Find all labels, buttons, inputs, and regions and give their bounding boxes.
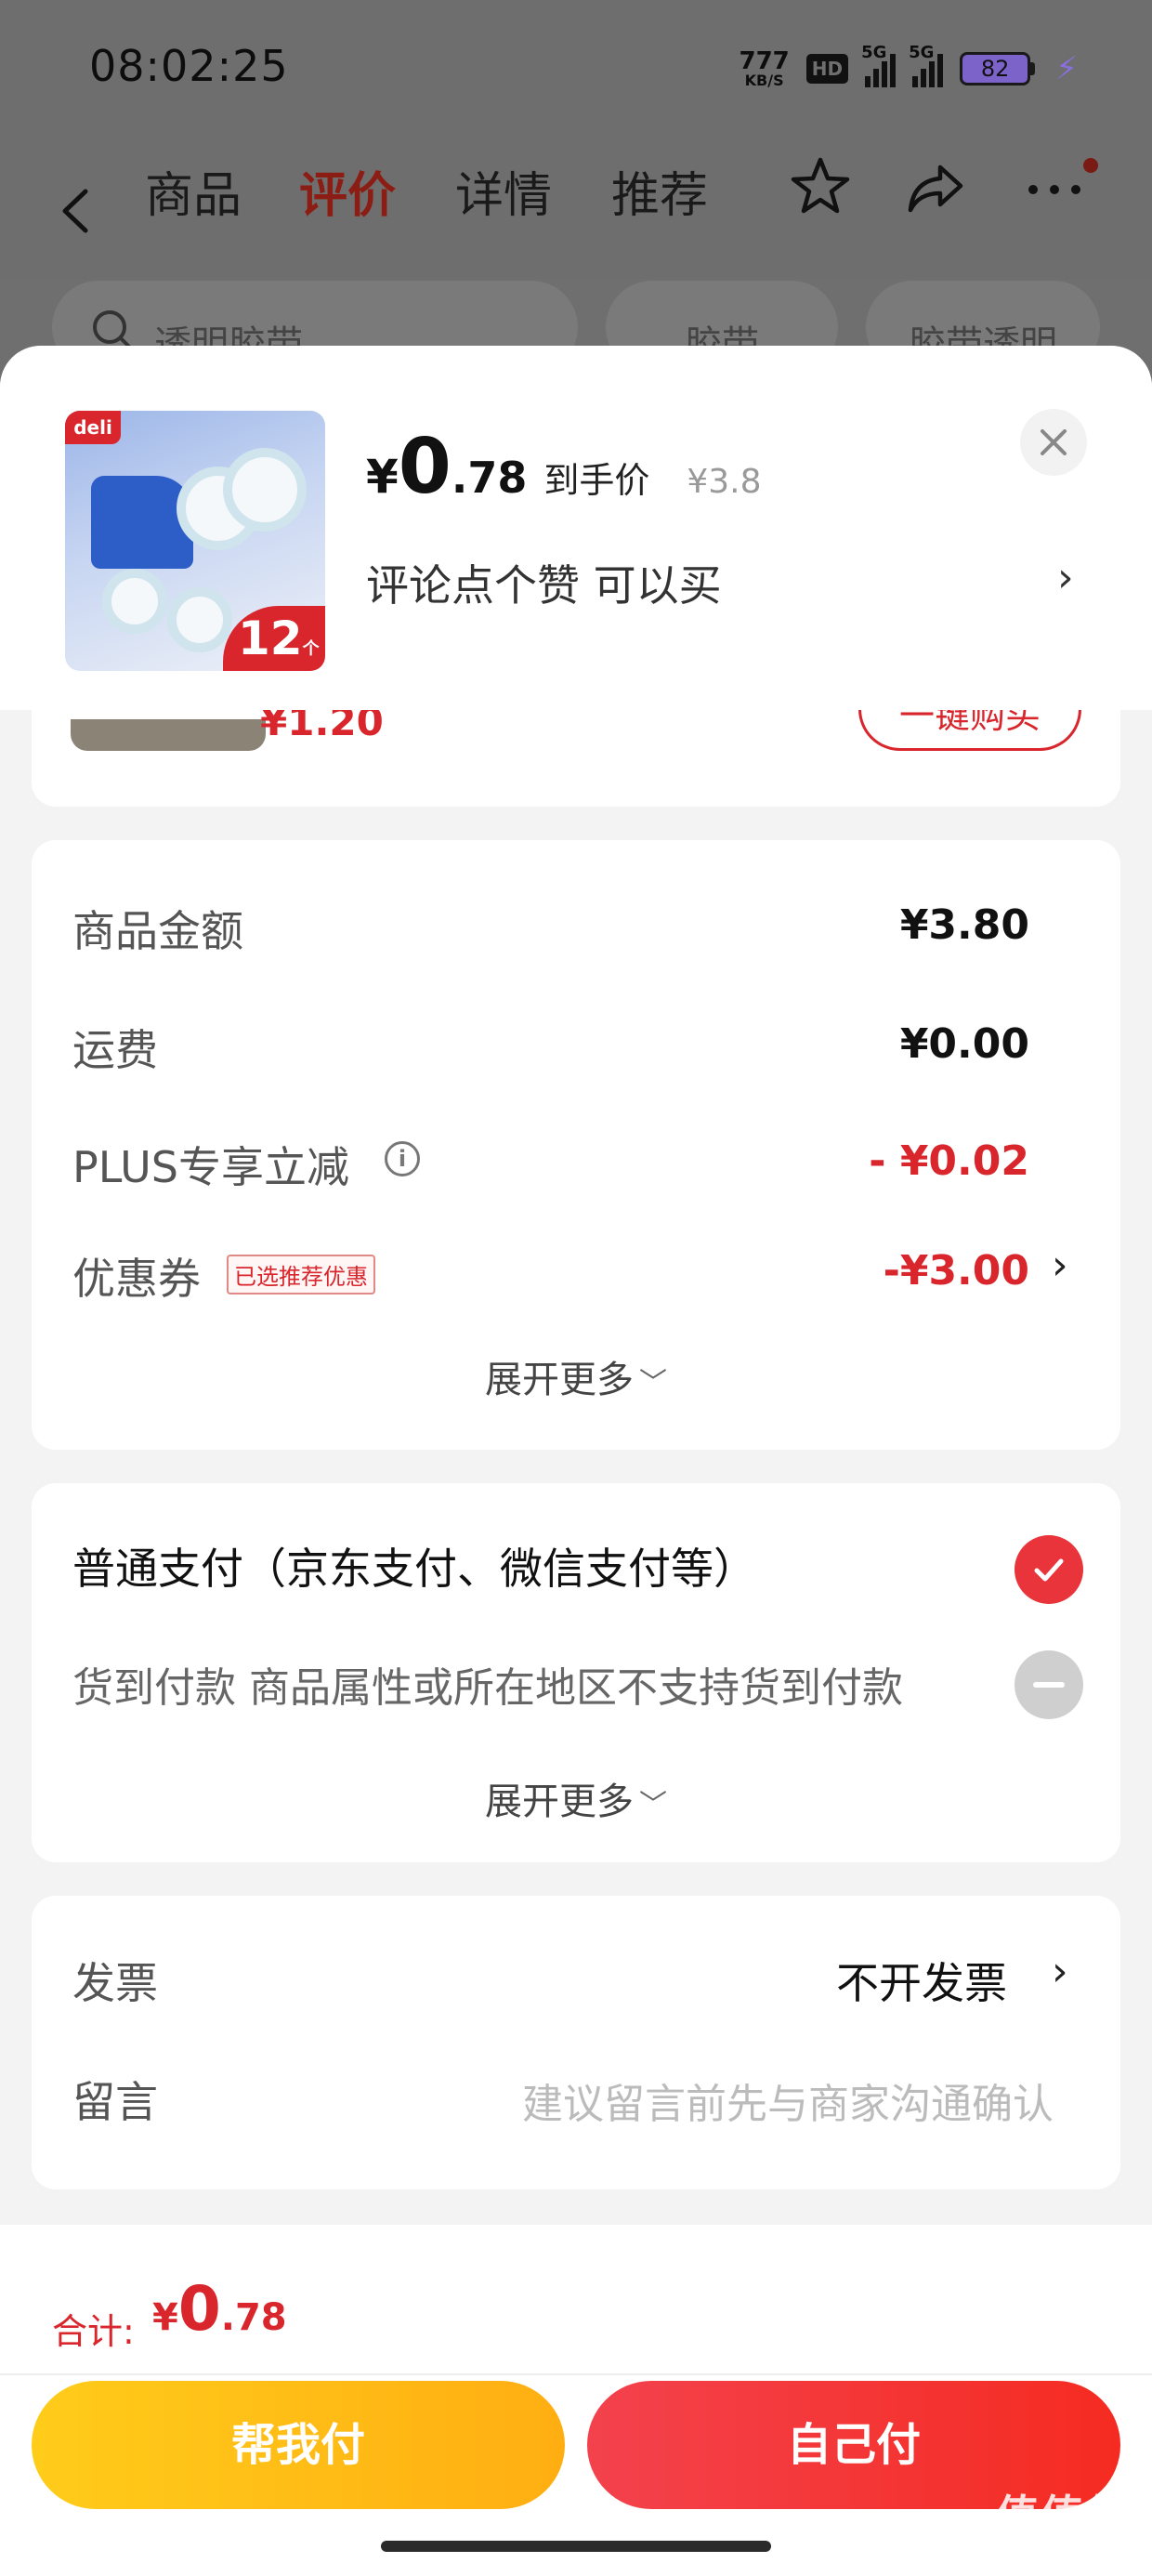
promo-text[interactable]: 评论点个赞 可以买 [366, 552, 722, 613]
shipping-value: ¥0.00 [899, 1020, 1029, 1068]
price-decimal: .78 [451, 453, 528, 503]
watermark: 值值值 zhizhizhi.com [996, 2482, 1130, 2563]
check-icon[interactable] [1015, 1535, 1083, 1604]
share-icon[interactable] [903, 154, 968, 219]
info-icon[interactable]: i [385, 1141, 420, 1176]
close-icon [1041, 429, 1067, 455]
charging-icon: ⚡ [1055, 50, 1078, 87]
pay-for-me-button[interactable]: 帮我付 [32, 2381, 565, 2509]
checkout-sheet: deli 12个装 ¥ 0 .78 到手价 ¥3.8 评论点个赞 可以买 › ¥… [0, 346, 1152, 2576]
chevron-down-icon: ﹀ [639, 1789, 667, 1821]
total-decimal: .78 [220, 2296, 287, 2339]
tab-product[interactable]: 商品 [145, 156, 242, 226]
coupon-label: 优惠券 [72, 1254, 201, 1304]
note-label: 留言 [72, 2077, 158, 2127]
tab-reviews[interactable]: 评价 [299, 156, 396, 226]
price-tag: 到手价 [543, 460, 650, 501]
total-symbol: ¥ [152, 2296, 178, 2339]
invoice-value[interactable]: 不开发票 [836, 1950, 1007, 2011]
shipping-label: 运费 [72, 1025, 158, 1075]
battery-icon: 82 [960, 52, 1036, 85]
normal-payment-option[interactable]: 普通支付（京东支付、微信支付等） [72, 1535, 756, 1597]
coupon-recommended-tag: 已选推荐优惠 [227, 1255, 375, 1295]
quantity-badge: 12个装 [223, 606, 325, 671]
signal-label: 5G [861, 43, 887, 62]
tape-dispenser-image [91, 476, 193, 569]
price-symbol: ¥ [366, 450, 399, 504]
expand-more-label: 展开更多 [485, 1781, 634, 1823]
star-icon[interactable] [788, 154, 853, 219]
expand-more-payment[interactable]: 展开更多 ﹀ [32, 1771, 1120, 1825]
plus-discount-value: - ¥0.02 [869, 1137, 1029, 1185]
status-bar: 08:02:25 777 KB/S HD 5G 5G 82 ⚡ [0, 0, 1152, 139]
footer-divider [0, 2373, 1152, 2375]
chevron-right-icon[interactable]: › [1057, 554, 1074, 601]
price-integer: 0 [398, 423, 452, 511]
signal-label-2: 5G [909, 43, 935, 62]
chevron-down-icon: ﹀ [639, 1367, 667, 1400]
status-icons: 777 KB/S HD 5G 5G 82 ⚡ [740, 41, 1079, 97]
total-label: 合计: [52, 2311, 135, 2352]
coupon-value[interactable]: -¥3.00 [884, 1247, 1029, 1295]
back-icon[interactable] [58, 188, 95, 234]
related-item-thumbnail [71, 719, 266, 751]
watermark-logo: 值值值 [996, 2491, 1130, 2541]
cash-on-delivery-option: 货到付款 商品属性或所在地区不支持货到付款 [72, 1664, 903, 1712]
tab-details[interactable]: 详情 [455, 156, 552, 226]
product-thumbnail: deli 12个装 [65, 411, 325, 671]
total-integer: 0 [177, 2273, 221, 2345]
chevron-right-icon[interactable]: › [1052, 1242, 1068, 1289]
goods-amount-label: 商品金额 [72, 906, 243, 956]
total-price: ¥ 0 .78 [152, 2279, 287, 2340]
close-button[interactable] [1020, 409, 1087, 476]
hd-icon: HD [805, 54, 849, 84]
network-speed-unit: KB/S [744, 72, 784, 89]
watermark-url: zhizhizhi.com [1006, 2543, 1119, 2563]
quantity-number: 12 [238, 611, 303, 665]
chevron-right-icon[interactable]: › [1052, 1948, 1068, 1995]
signal-icon: 5G [861, 43, 897, 87]
network-speed-value: 777 [739, 47, 790, 75]
battery-level: 82 [960, 52, 1031, 85]
status-time: 08:02:25 [89, 41, 289, 91]
expand-more-label: 展开更多 [485, 1359, 634, 1401]
network-speed: 777 KB/S [740, 49, 790, 88]
plus-discount-label: PLUS专享立减 [72, 1142, 349, 1192]
expand-more-fees[interactable]: 展开更多 ﹀ [32, 1349, 1120, 1403]
product-header: deli 12个装 ¥ 0 .78 到手价 ¥3.8 评论点个赞 可以买 › [0, 346, 1152, 710]
home-indicator[interactable] [381, 2541, 771, 2552]
disabled-icon [1015, 1650, 1083, 1719]
price-line: ¥ 0 .78 到手价 ¥3.8 [366, 429, 762, 506]
invoice-label: 发票 [72, 1958, 158, 2008]
fee-summary-card: 商品金额 ¥3.80 运费 ¥0.00 PLUS专享立减 i - ¥0.02 优… [32, 840, 1120, 1450]
original-price: ¥3.8 [687, 463, 762, 501]
invoice-note-card: 发票 不开发票 › 留言 建议留言前先与商家沟通确认 [32, 1896, 1120, 2189]
note-input[interactable]: 建议留言前先与商家沟通确认 [422, 2070, 1054, 2130]
more-icon[interactable] [1022, 154, 1087, 219]
signal-icon-2: 5G [909, 43, 944, 87]
payment-method-card: 普通支付（京东支付、微信支付等） 货到付款 商品属性或所在地区不支持货到付款 展… [32, 1483, 1120, 1862]
brand-logo: deli [65, 411, 121, 444]
goods-amount-value: ¥3.80 [899, 901, 1029, 949]
notification-dot [1083, 158, 1098, 173]
tab-recommend[interactable]: 推荐 [611, 156, 708, 226]
